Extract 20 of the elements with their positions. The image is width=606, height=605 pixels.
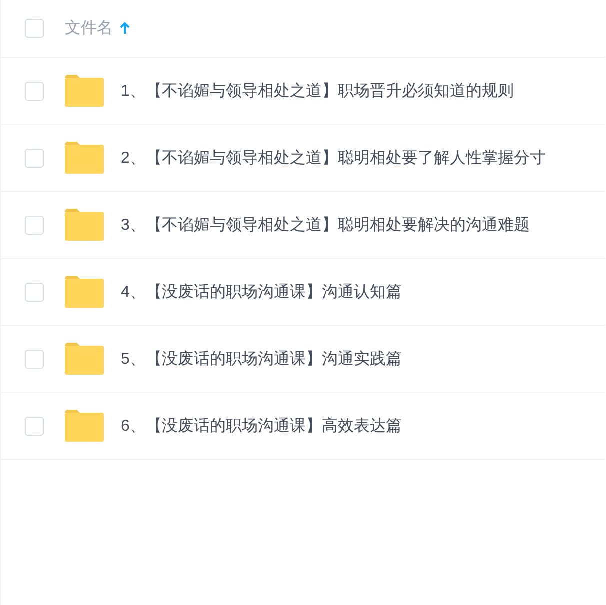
folder-name[interactable]: 2、【不谄媚与领导相处之道】聪明相处要了解人性掌握分寸 <box>121 148 546 168</box>
folder-icon <box>65 410 104 442</box>
folder-icon <box>65 343 104 375</box>
checkbox[interactable] <box>25 350 44 368</box>
folder-name[interactable]: 1、【不谄媚与领导相处之道】职场晋升必须知道的规则 <box>121 80 514 102</box>
folder-name[interactable]: 5、【没废话的职场沟通课】沟通实践篇 <box>121 348 402 370</box>
checkbox[interactable] <box>25 216 44 234</box>
folder-icon <box>65 75 104 107</box>
folder-icon <box>65 209 104 241</box>
folder-name[interactable]: 6、【没废话的职场沟通课】高效表达篇 <box>121 416 402 436</box>
checkbox[interactable] <box>25 148 44 168</box>
folder-name[interactable]: 3、【不谄媚与领导相处之道】聪明相处要解决的沟通难题 <box>121 214 530 236</box>
sort-arrow-icon[interactable] <box>120 22 130 35</box>
folder-icon <box>65 142 104 174</box>
folder-name[interactable]: 4、【没废话的职场沟通课】沟通认知篇 <box>121 282 402 302</box>
checkbox[interactable] <box>25 19 44 38</box>
checkbox[interactable] <box>25 82 44 100</box>
folder-icon <box>65 276 104 308</box>
checkbox[interactable] <box>25 282 44 302</box>
checkbox[interactable] <box>25 416 44 436</box>
